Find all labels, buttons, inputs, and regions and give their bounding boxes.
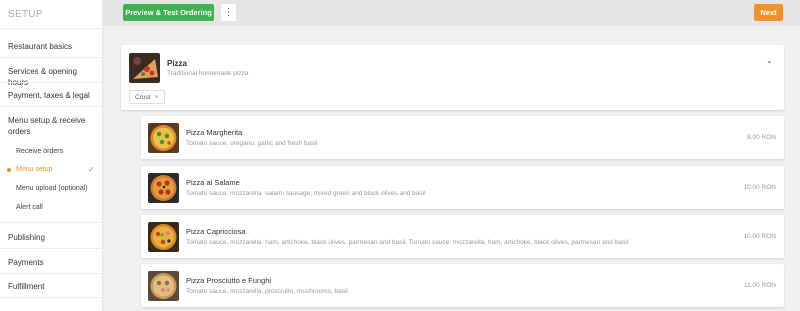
sidebar-subitem-menu-upload[interactable]: Menu upload (optional): [16, 185, 88, 192]
sidebar-subitem-receive-orders[interactable]: Receive orders: [16, 148, 63, 155]
item-thumbnail: [148, 123, 179, 153]
item-name: Pizza Prosciutto e Funghi: [186, 276, 272, 285]
category-description: Traditional homemade pizza: [167, 70, 249, 77]
tag-label: Crust: [135, 93, 151, 101]
divider: [0, 106, 102, 107]
item-thumbnail: [148, 271, 179, 301]
sidebar-subitem-menu-setup[interactable]: Menu setup: [16, 166, 53, 173]
item-thumbnail: [148, 222, 179, 252]
divider: [0, 57, 102, 58]
item-price: 8.00 RON: [747, 134, 776, 141]
item-description: Tomato sauce, mozzarella, ham, artichoke…: [186, 239, 629, 246]
active-dot-icon: [7, 168, 11, 172]
item-description: Tomato sauce, mozzarella, salami sausage…: [186, 190, 426, 197]
sidebar-item-payment[interactable]: Payment, taxes & legal: [8, 90, 98, 101]
sidebar-item-menu-setup[interactable]: Menu setup & receive orders: [8, 115, 98, 137]
sidebar: SETUP Restaurant basics Services & openi…: [0, 0, 103, 311]
remove-tag-icon[interactable]: ×: [155, 94, 159, 101]
more-options-icon[interactable]: ⋮: [221, 4, 236, 21]
divider: [0, 28, 102, 29]
category-name: Pizza: [167, 59, 188, 68]
sidebar-item-payments[interactable]: Payments: [8, 257, 98, 268]
sidebar-item-restaurant-basics[interactable]: Restaurant basics: [8, 41, 98, 52]
sidebar-item-fulfillment[interactable]: Fulfillment: [8, 281, 98, 292]
chevron-up-icon[interactable]: ⌃: [766, 60, 773, 69]
next-button[interactable]: Next: [754, 4, 783, 21]
divider: [0, 222, 102, 223]
sidebar-title: SETUP: [8, 9, 43, 20]
divider: [0, 297, 102, 298]
item-name: Pizza Capricciosa: [186, 227, 246, 236]
sidebar-item-publishing[interactable]: Publishing: [8, 232, 98, 243]
modifier-tag[interactable]: Crust ×: [129, 90, 165, 104]
menu-item-card[interactable]: Pizza al Salame Tomato sauce, mozzarella…: [141, 166, 784, 209]
sidebar-subitem-alert-call[interactable]: Alert call: [16, 204, 43, 211]
menu-item-card[interactable]: Pizza Capricciosa Tomato sauce, mozzarel…: [141, 215, 784, 258]
divider: [0, 82, 102, 83]
item-name: Pizza Margherita: [186, 128, 243, 137]
divider: [0, 273, 102, 274]
item-description: Tomato sauce, oregano, garlic and fresh …: [186, 140, 318, 147]
preview-test-ordering-button[interactable]: Preview & Test Ordering: [123, 4, 214, 21]
category-card[interactable]: Pizza Traditional homemade pizza ⌃ Crust…: [121, 45, 784, 110]
divider: [0, 248, 102, 249]
sidebar-item-services[interactable]: Services & opening hours: [8, 66, 98, 88]
item-name: Pizza al Salame: [186, 178, 240, 187]
category-thumbnail: [129, 53, 160, 83]
item-price: 11.00 RON: [743, 282, 776, 289]
item-price: 10.00 RON: [743, 184, 776, 191]
menu-item-card[interactable]: Pizza Margherita Tomato sauce, oregano, …: [141, 116, 784, 159]
item-price: 10.00 RON: [743, 233, 776, 240]
menu-item-card[interactable]: Pizza Prosciutto e Funghi Tomato sauce, …: [141, 264, 784, 307]
item-description: Tomato sauce, mozzarella, prosciutto, mu…: [186, 288, 348, 295]
check-icon: ✓: [88, 165, 95, 174]
item-thumbnail: [148, 173, 179, 203]
